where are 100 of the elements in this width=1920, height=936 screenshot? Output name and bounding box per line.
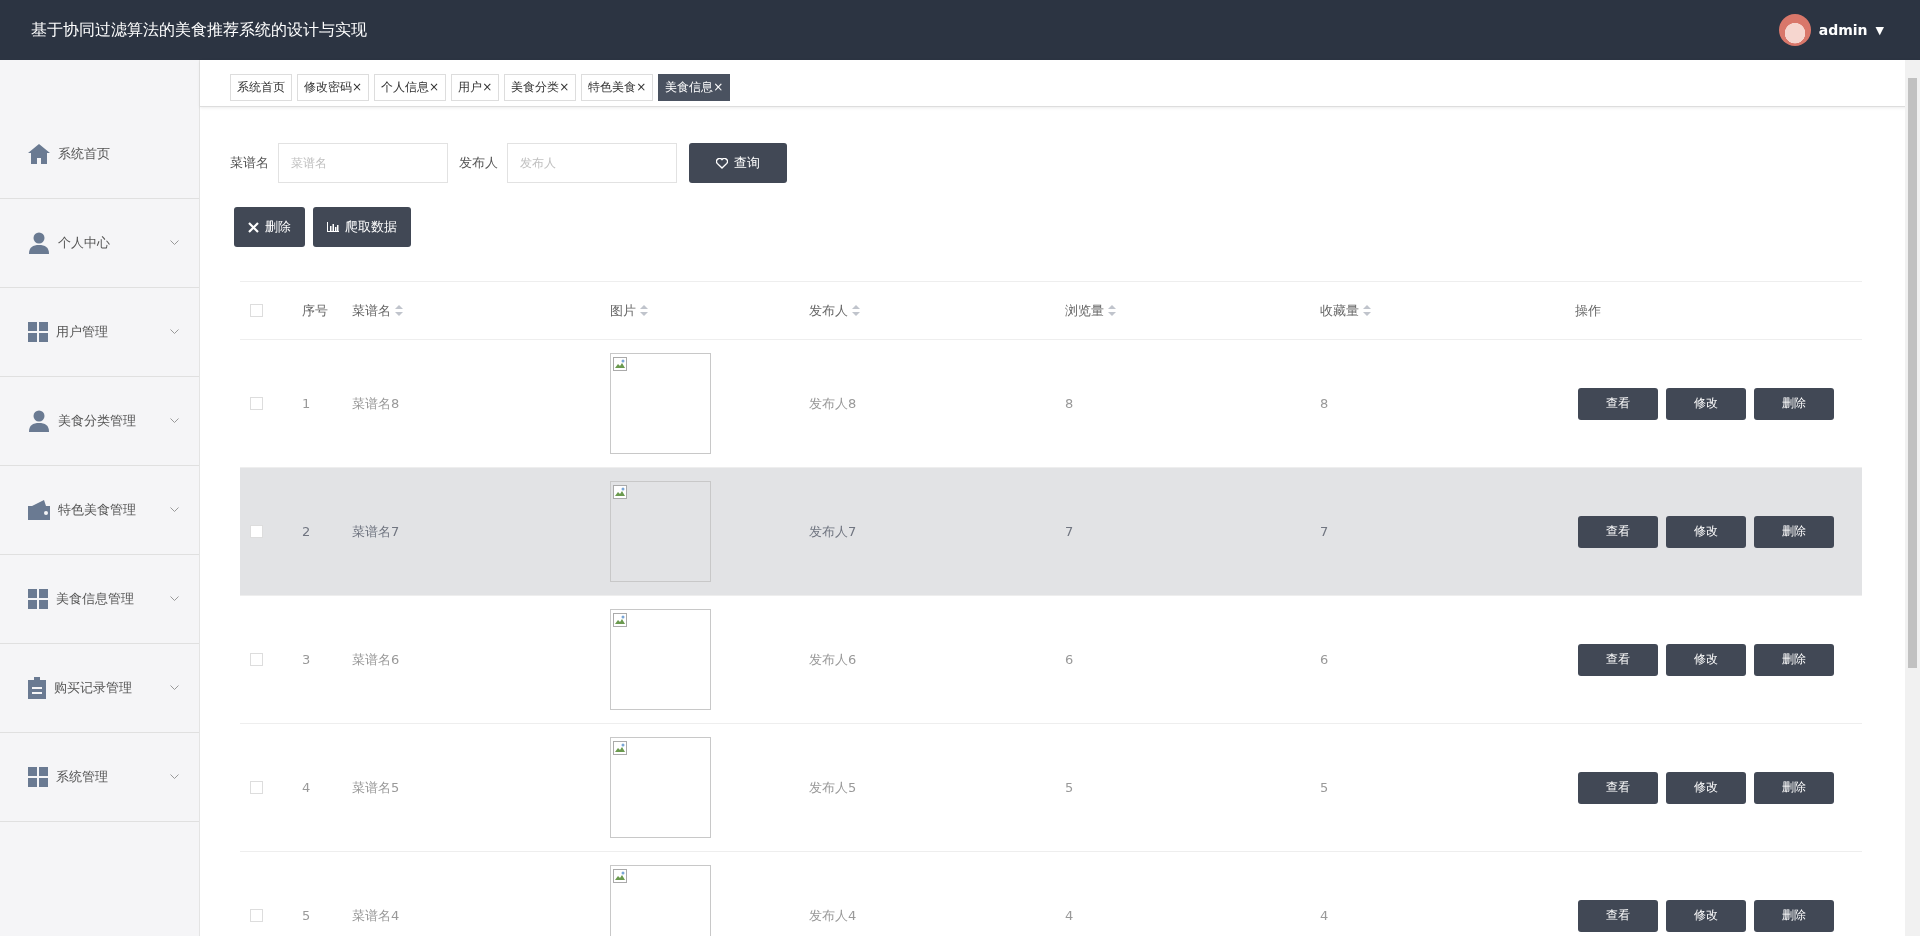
field-label: 发布人	[459, 154, 498, 172]
table-cell-text: 7	[1065, 524, 1075, 539]
row-checkbox[interactable]	[250, 525, 263, 538]
table-cell-text: 发布人7	[809, 522, 858, 541]
sidebar-item[interactable]: 系统首页	[0, 110, 199, 199]
table-cell-text: 5	[1320, 780, 1330, 795]
table-row[interactable]: 2 菜谱名7 发布人7 7 7 查看 修改 删除	[240, 468, 1862, 596]
table-cell-text: 3	[302, 652, 312, 667]
heart-icon	[716, 157, 728, 169]
table-cell-text: 2	[302, 524, 312, 539]
row-action-button[interactable]: 查看	[1578, 899, 1658, 932]
table-cell-text: 发布人5	[809, 778, 858, 797]
user-name[interactable]: admin	[1818, 22, 1868, 38]
sort-icon[interactable]	[1108, 305, 1116, 316]
column-header: 收藏量	[1320, 301, 1359, 320]
broken-image-icon	[613, 357, 627, 371]
row-checkbox[interactable]	[250, 781, 263, 794]
row-checkbox[interactable]	[250, 653, 263, 666]
table-cell-text: 5	[1065, 780, 1075, 795]
row-action-button[interactable]: 修改	[1666, 387, 1746, 420]
row-action-button[interactable]: 删除	[1754, 771, 1834, 804]
dropdown-caret[interactable]: ▼	[1875, 23, 1884, 37]
grid-icon	[28, 767, 48, 787]
column-header: 操作	[1575, 301, 1601, 320]
sidebar-item[interactable]: 美食信息管理	[0, 555, 199, 644]
sort-icon[interactable]	[640, 305, 648, 316]
table-cell-text: 6	[1065, 652, 1075, 667]
search-field[interactable]: 发布人	[507, 143, 677, 183]
sidebar-item[interactable]: 系统管理	[0, 733, 199, 822]
person-icon	[28, 232, 50, 254]
row-checkbox[interactable]	[250, 397, 263, 410]
select-all-checkbox[interactable]	[250, 304, 263, 317]
table-cell-text: 8	[1065, 396, 1075, 411]
sidebar-item[interactable]: 个人中心	[0, 199, 199, 288]
table-cell-text: 6	[1320, 652, 1330, 667]
grid-icon	[28, 322, 48, 342]
row-action-button[interactable]: 修改	[1666, 515, 1746, 548]
home-icon	[28, 144, 50, 164]
page-tab[interactable]: 特色美食×	[581, 74, 654, 101]
page-tab[interactable]: 修改密码×	[297, 74, 370, 101]
grid-icon	[28, 589, 48, 609]
table-cell-text: 4	[302, 780, 312, 795]
column-header: 浏览量	[1065, 301, 1104, 320]
table-cell-text: 7	[1320, 524, 1330, 539]
row-checkbox[interactable]	[250, 909, 263, 922]
table-cell-text: 4	[1320, 908, 1330, 923]
table-cell-text: 4	[1065, 908, 1075, 923]
scrollbar[interactable]	[1905, 60, 1920, 936]
action-button[interactable]: 删除	[234, 207, 305, 247]
row-action-button[interactable]: 删除	[1754, 387, 1834, 420]
broken-image-icon	[613, 485, 627, 499]
row-action-button[interactable]: 查看	[1578, 387, 1658, 420]
column-header: 菜谱名	[352, 301, 391, 320]
table-cell-text: 菜谱名8	[352, 394, 401, 413]
sidebar-item[interactable]: 特色美食管理	[0, 466, 199, 555]
column-header: 图片	[610, 301, 636, 320]
search-button[interactable]: 查询	[689, 143, 787, 183]
row-action-button[interactable]: 查看	[1578, 771, 1658, 804]
broken-image-icon	[613, 613, 627, 627]
table-cell-text: 菜谱名7	[352, 522, 401, 541]
table-cell-text: 发布人8	[809, 394, 858, 413]
system-title: 基于协同过滤算法的美食推荐系统的设计与实现	[31, 19, 367, 41]
row-action-button[interactable]: 删除	[1754, 643, 1834, 676]
avatar[interactable]	[1778, 14, 1811, 46]
row-action-button[interactable]: 查看	[1578, 515, 1658, 548]
broken-image-icon	[613, 869, 627, 883]
sort-icon[interactable]	[1363, 305, 1371, 316]
scrollbar-thumb[interactable]	[1908, 78, 1917, 668]
page-tab[interactable]: 系统首页	[230, 74, 292, 101]
row-action-button[interactable]: 删除	[1754, 515, 1834, 548]
person-icon	[28, 410, 50, 432]
row-action-button[interactable]: 修改	[1666, 771, 1746, 804]
close-icon	[248, 221, 259, 233]
table-cell-text: 菜谱名6	[352, 650, 401, 669]
bar-chart-icon	[327, 222, 339, 232]
table-cell-text: 5	[302, 908, 312, 923]
row-action-button[interactable]: 修改	[1666, 643, 1746, 676]
table-cell-text: 菜谱名5	[352, 778, 401, 797]
action-button[interactable]: 爬取数据	[313, 207, 411, 247]
page-tab[interactable]: 个人信息×	[374, 74, 447, 101]
clipboard-icon	[28, 677, 46, 699]
row-action-button[interactable]: 修改	[1666, 899, 1746, 932]
sort-icon[interactable]	[395, 305, 403, 316]
page-tab[interactable]: 美食信息×	[658, 74, 731, 101]
page-tab[interactable]: 用户×	[451, 74, 500, 101]
sort-icon[interactable]	[852, 305, 860, 316]
column-header: 序号	[302, 301, 328, 320]
table-cell-text: 1	[302, 396, 312, 411]
sidebar-item[interactable]: 美食分类管理	[0, 377, 199, 466]
sidebar-item[interactable]: 用户管理	[0, 288, 199, 377]
wallet-icon	[28, 500, 50, 520]
sidebar-item[interactable]: 购买记录管理	[0, 644, 199, 733]
table-cell-text: 8	[1320, 396, 1330, 411]
table-cell-text: 发布人6	[809, 650, 858, 669]
broken-image-icon	[613, 741, 627, 755]
page-tab[interactable]: 美食分类×	[504, 74, 577, 101]
search-field[interactable]: 菜谱名	[278, 143, 448, 183]
row-action-button[interactable]: 删除	[1754, 899, 1834, 932]
column-header: 发布人	[809, 301, 848, 320]
row-action-button[interactable]: 查看	[1578, 643, 1658, 676]
